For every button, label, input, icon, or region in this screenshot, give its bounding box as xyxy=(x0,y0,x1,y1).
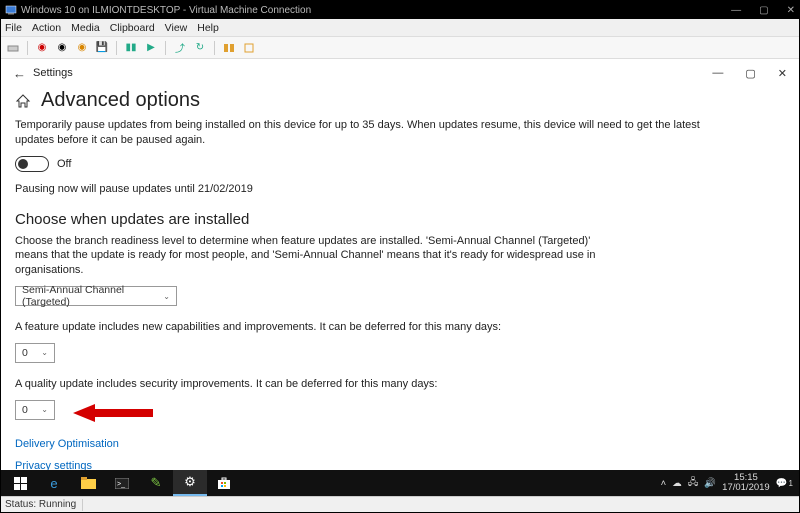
settings-label: Settings xyxy=(33,67,712,79)
revert-icon[interactable]: ↻ xyxy=(192,40,208,56)
settings-minimize-button[interactable]: — xyxy=(712,67,723,80)
pause-description: Temporarily pause updates from being ins… xyxy=(15,118,735,148)
toolbar-separator xyxy=(27,41,28,55)
pause-updates-toggle[interactable] xyxy=(15,156,49,172)
quality-defer-dropdown[interactable]: 0 ⌄ xyxy=(15,400,55,420)
onedrive-icon[interactable]: ☁ xyxy=(672,478,682,489)
vm-title: Windows 10 on ILMIONTDESKTOP - Virtual M… xyxy=(21,5,731,16)
taskbar: e >_ ✎ ⚙ ˄ ☁ 🖧 🔊 15:15 17/01/2019 💬1 xyxy=(1,470,799,496)
vm-maximize-button[interactable]: ▢ xyxy=(759,5,768,16)
status-value: Running xyxy=(39,499,76,510)
checkpoint-icon[interactable]: ⤴ xyxy=(172,40,188,56)
shutdown-icon[interactable]: ◉ xyxy=(74,40,90,56)
menu-help[interactable]: Help xyxy=(197,22,219,34)
pause-icon[interactable]: ▮▮ xyxy=(123,40,139,56)
menu-action[interactable]: Action xyxy=(32,22,61,34)
vm-titlebar: Windows 10 on ILMIONTDESKTOP - Virtual M… xyxy=(1,1,799,19)
share-icon[interactable] xyxy=(241,40,257,56)
choose-description: Choose the branch readiness level to det… xyxy=(15,234,615,279)
start-menu-button[interactable] xyxy=(3,470,37,496)
volume-icon[interactable]: 🔊 xyxy=(704,478,716,489)
tray-chevron-up-icon[interactable]: ˄ xyxy=(661,478,667,489)
pause-until-text: Pausing now will pause updates until 21/… xyxy=(15,182,735,197)
store-icon[interactable] xyxy=(207,470,241,496)
branch-readiness-dropdown[interactable]: Semi-Annual Channel (Targeted) ⌄ xyxy=(15,286,177,306)
quality-defer-value: 0 xyxy=(22,404,28,416)
taskbar-clock[interactable]: 15:15 17/01/2019 xyxy=(722,473,770,493)
toolbar-separator xyxy=(214,41,215,55)
chevron-down-icon: ⌄ xyxy=(41,348,48,357)
terminal-icon[interactable]: >_ xyxy=(105,470,139,496)
menu-clipboard[interactable]: Clipboard xyxy=(110,22,155,34)
chevron-down-icon: ⌄ xyxy=(41,405,48,414)
hyperv-icon xyxy=(5,4,17,16)
privacy-settings-link[interactable]: Privacy settings xyxy=(15,460,785,470)
vm-minimize-button[interactable]: — xyxy=(731,5,741,16)
chevron-down-icon: ⌄ xyxy=(163,292,170,301)
settings-taskbar-icon[interactable]: ⚙ xyxy=(173,470,207,496)
settings-maximize-button[interactable]: ▢ xyxy=(745,67,755,80)
start-icon[interactable]: ◉ xyxy=(34,40,50,56)
statusbar-separator xyxy=(82,499,83,511)
enhanced-session-icon[interactable] xyxy=(221,40,237,56)
feature-defer-value: 0 xyxy=(22,347,28,359)
file-explorer-icon[interactable] xyxy=(71,470,105,496)
settings-content: Advanced options Temporarily pause updat… xyxy=(1,87,799,470)
system-tray: ˄ ☁ 🖧 🔊 15:15 17/01/2019 💬1 xyxy=(661,473,797,493)
vm-close-button[interactable]: ✕ xyxy=(787,5,795,16)
feature-defer-dropdown[interactable]: 0 ⌄ xyxy=(15,343,55,363)
branch-readiness-value: Semi-Annual Channel (Targeted) xyxy=(22,284,163,308)
menu-media[interactable]: Media xyxy=(71,22,100,34)
ctrl-alt-del-icon[interactable] xyxy=(5,40,21,56)
save-icon[interactable]: 💾 xyxy=(94,40,110,56)
vm-toolbar: ◉ ◉ ◉ 💾 ▮▮ ▶ ⤴ ↻ xyxy=(1,37,799,59)
settings-close-button[interactable]: ✕ xyxy=(778,67,787,80)
notification-count: 1 xyxy=(789,479,793,488)
svg-text:>_: >_ xyxy=(117,481,125,488)
reset-icon[interactable]: ▶ xyxy=(143,40,159,56)
quality-update-desc: A quality update includes security impro… xyxy=(15,377,735,392)
home-icon[interactable] xyxy=(15,93,31,109)
edge-icon[interactable]: e xyxy=(37,470,71,496)
network-icon[interactable]: 🖧 xyxy=(688,475,699,491)
pause-updates-toggle-label: Off xyxy=(57,158,71,170)
page-title: Advanced options xyxy=(41,89,200,112)
delivery-optimisation-link[interactable]: Delivery Optimisation xyxy=(15,438,785,450)
vm-statusbar: Status: Running xyxy=(1,496,799,512)
back-button[interactable]: ← xyxy=(13,66,33,81)
status-label: Status: xyxy=(5,499,36,510)
toolbar-separator xyxy=(116,41,117,55)
menu-file[interactable]: File xyxy=(5,22,22,34)
menu-view[interactable]: View xyxy=(165,22,188,34)
action-center-icon[interactable]: 💬1 xyxy=(776,478,793,489)
choose-title: Choose when updates are installed xyxy=(15,211,785,228)
clock-date: 17/01/2019 xyxy=(722,483,770,493)
settings-header: ← Settings — ▢ ✕ xyxy=(1,59,799,87)
vm-menubar: File Action Media Clipboard View Help xyxy=(1,19,799,37)
toolbar-separator xyxy=(165,41,166,55)
feature-update-desc: A feature update includes new capabiliti… xyxy=(15,320,735,335)
evernote-icon[interactable]: ✎ xyxy=(139,470,173,496)
turnoff-icon[interactable]: ◉ xyxy=(54,40,70,56)
